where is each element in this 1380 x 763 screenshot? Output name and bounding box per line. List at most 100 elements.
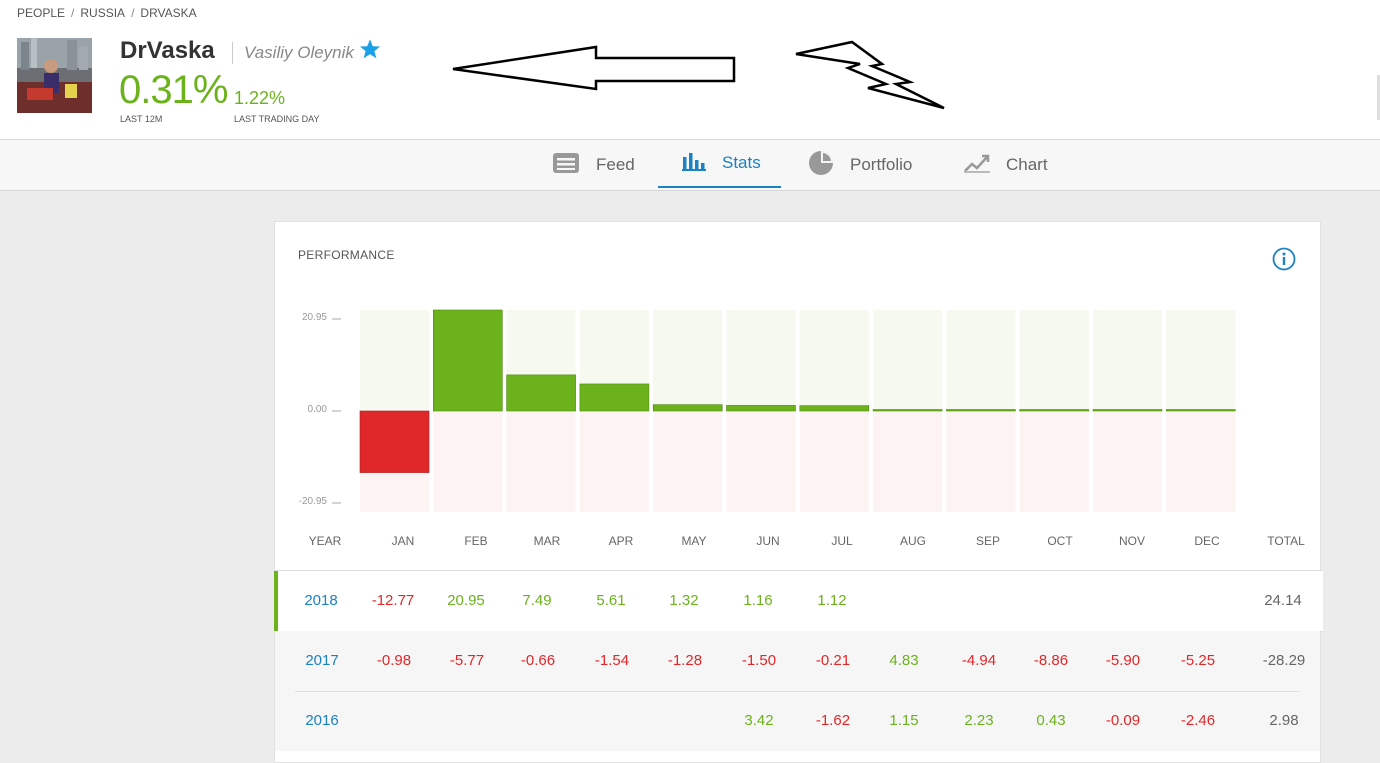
bar-jun[interactable]: [726, 405, 796, 412]
column-header-sep[interactable]: SEP: [958, 534, 1018, 548]
chart-bg-negative-jun: [726, 411, 796, 512]
column-header-mar[interactable]: MAR: [517, 534, 577, 548]
gain-day-value: 1.22%: [234, 88, 286, 108]
chart-bg-negative-jul: [799, 411, 869, 512]
column-header-jun[interactable]: JUN: [738, 534, 798, 548]
bar-sep[interactable]: [946, 409, 1016, 412]
column-header-aug[interactable]: AUG: [883, 534, 943, 548]
chart-bg-positive-dec: [1166, 310, 1236, 411]
line-chart-icon: [964, 153, 990, 178]
chart-bg-negative-aug: [873, 411, 943, 512]
cell-apr: -1.54: [594, 652, 630, 669]
annotation-zigzag-arrow: [795, 40, 945, 110]
username: DrVaska: [120, 37, 215, 64]
breadcrumb: PEOPLE / RUSSIA / DRVASKA: [17, 6, 197, 20]
table-row[interactable]: 2017 -0.98 -5.77 -0.66 -1.54 -1.28 -1.50 -0.21 4…: [275, 631, 1320, 691]
pie-chart-icon: [808, 150, 834, 181]
chart-bg-negative-oct: [1019, 411, 1089, 512]
table-row[interactable]: 2018 -12.77 20.95 7.49 5.61 1.32 1.16 1.12 24.14: [274, 571, 1323, 631]
cell-aug: 1.15: [889, 712, 919, 729]
cell-jul: 1.12: [817, 592, 847, 609]
column-header-nov[interactable]: NOV: [1102, 534, 1162, 548]
row-year[interactable]: 2017: [287, 631, 357, 691]
tab-stats-label: Stats: [722, 153, 761, 172]
cell-nov: -0.09: [1105, 712, 1141, 729]
cell-total: -28.29: [1262, 652, 1306, 669]
cell-sep: 2.23: [964, 712, 994, 729]
avatar[interactable]: [17, 38, 92, 113]
column-header-oct[interactable]: OCT: [1030, 534, 1090, 548]
annotation-arrow-left: [452, 45, 736, 91]
cell-dec: -2.46: [1180, 712, 1216, 729]
chart-bg-negative-may: [653, 411, 723, 512]
cell-mar: -0.66: [520, 652, 556, 669]
tab-feed[interactable]: Feed: [552, 140, 635, 190]
column-header-year: YEAR: [308, 534, 342, 548]
star-icon[interactable]: [359, 38, 381, 65]
bar-apr[interactable]: [579, 383, 650, 412]
cell-jan: -12.77: [371, 592, 415, 609]
feed-icon: [552, 151, 580, 180]
breadcrumb-drvaska: DRVASKA: [140, 6, 197, 20]
cell-jul: -1.62: [815, 712, 851, 729]
bar-feb[interactable]: [433, 309, 503, 412]
cell-apr: 5.61: [596, 592, 626, 609]
chart-bg-positive-aug: [873, 310, 943, 411]
cell-jun: 1.16: [743, 592, 773, 609]
chart-bg-negative-feb: [433, 411, 503, 512]
cell-jan: -0.98: [376, 652, 412, 669]
column-header-jan[interactable]: JAN: [373, 534, 433, 548]
tab-chart[interactable]: Chart: [964, 140, 1048, 190]
chart-bg-positive-nov: [1093, 310, 1162, 411]
bar-aug[interactable]: [872, 409, 943, 412]
performance-card: PERFORMANCE 20.95 0.00 -20.95 YEAR JAN FEB…: [274, 221, 1323, 763]
chart-bg-positive-jan: [360, 310, 429, 411]
tab-chart-label: Chart: [1006, 155, 1048, 174]
row-year[interactable]: 2016: [287, 691, 357, 751]
column-header-apr[interactable]: APR: [591, 534, 651, 548]
column-header-jul[interactable]: JUL: [812, 534, 872, 548]
tab-bar: Feed Stats Portfolio Chart: [0, 140, 1380, 191]
chart-bg-negative-apr: [579, 411, 649, 512]
cell-total: 2.98: [1269, 712, 1299, 729]
tab-feed-label: Feed: [596, 155, 635, 174]
column-header-dec[interactable]: DEC: [1177, 534, 1237, 548]
tab-stats[interactable]: Stats: [658, 140, 781, 188]
cell-oct: 0.43: [1036, 712, 1066, 729]
chart-bg-negative-sep: [946, 411, 1016, 512]
cell-feb: -5.77: [449, 652, 485, 669]
stats-bar-icon: [682, 151, 706, 176]
chart-bg-positive-sep: [946, 310, 1016, 411]
bar-dec[interactable]: [1165, 409, 1236, 412]
breadcrumb-people[interactable]: PEOPLE: [17, 6, 65, 20]
bar-jan[interactable]: [359, 410, 430, 473]
bar-may[interactable]: [652, 404, 723, 412]
chart-bg-negative-nov: [1093, 411, 1162, 512]
cell-nov: -5.90: [1105, 652, 1141, 669]
profile-header: PEOPLE / RUSSIA / DRVASKA DrVaska Vasiliy Ol…: [0, 0, 1380, 140]
cell-aug: 4.83: [889, 652, 919, 669]
cell-jul: -0.21: [815, 652, 851, 669]
tab-portfolio[interactable]: Portfolio: [808, 140, 912, 190]
cell-feb: 20.95: [447, 592, 485, 609]
chart-bg-positive-jul: [799, 310, 869, 411]
bar-jul[interactable]: [799, 405, 870, 412]
bar-nov[interactable]: [1092, 409, 1163, 412]
bar-oct[interactable]: [1019, 409, 1090, 412]
breadcrumb-russia[interactable]: RUSSIA: [80, 6, 125, 20]
cell-mar: 7.49: [522, 592, 552, 609]
cell-jun: 3.42: [744, 712, 774, 729]
row-divider: [295, 691, 1300, 692]
bar-mar[interactable]: [506, 374, 576, 412]
chart-bg-negative-dec: [1166, 411, 1236, 512]
table-row[interactable]: 2016 3.42 -1.62 1.15 2.23 0.43 -0.09 -2.46 2.98: [275, 691, 1320, 751]
cell-may: -1.28: [667, 652, 703, 669]
real-name: Vasiliy Oleynik: [244, 43, 354, 62]
column-header-feb[interactable]: FEB: [446, 534, 506, 548]
chart-bg-positive-may: [653, 310, 723, 411]
chart-bg-positive-oct: [1019, 310, 1089, 411]
cell-dec: -5.25: [1180, 652, 1216, 669]
row-year[interactable]: 2018: [286, 571, 356, 631]
column-header-may[interactable]: MAY: [664, 534, 724, 548]
cell-may: 1.32: [669, 592, 699, 609]
